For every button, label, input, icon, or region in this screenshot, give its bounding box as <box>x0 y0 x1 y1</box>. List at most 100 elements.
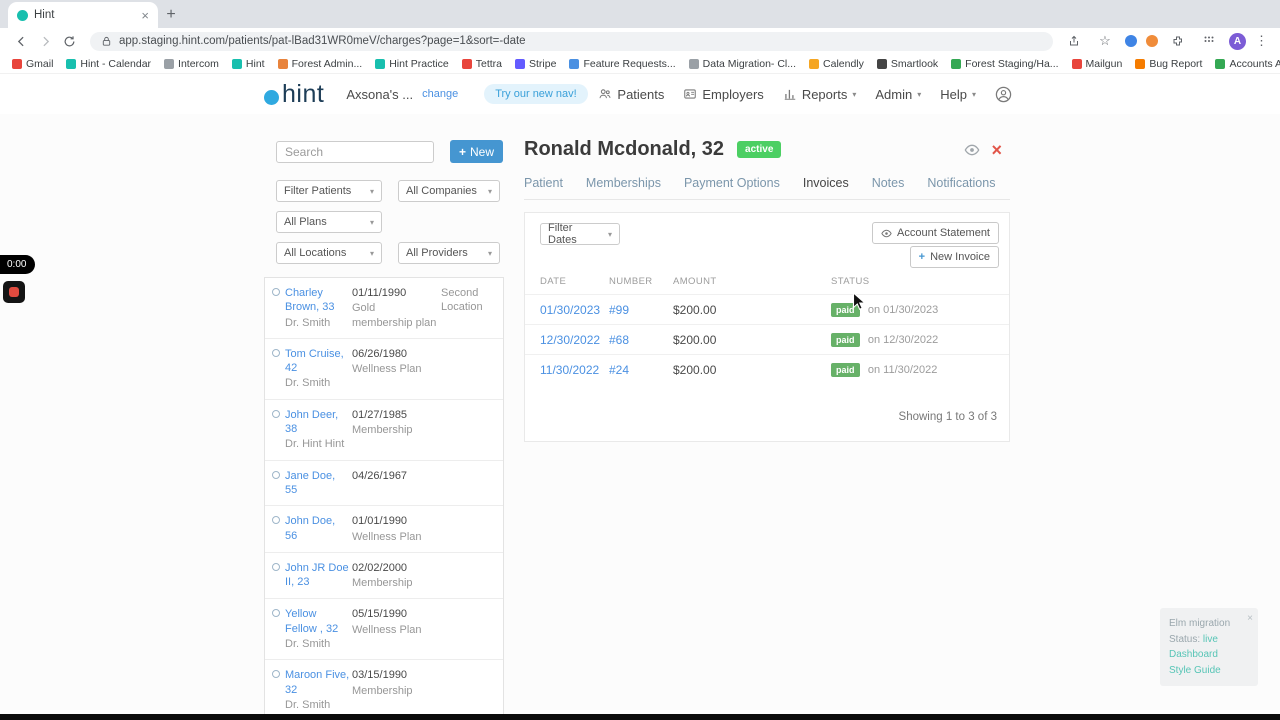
patient-radio-icon[interactable] <box>272 470 280 479</box>
patient-list-item[interactable]: John Deer, 38 Dr. Hint Hint 01/27/1985 M… <box>265 400 503 461</box>
bookmark-item[interactable]: Forest Staging/Ha... <box>951 58 1059 70</box>
bookmark-item[interactable]: Bug Report <box>1135 58 1202 70</box>
tab-patient[interactable]: Patient <box>524 176 563 190</box>
patient-name-link[interactable]: Maroon Five, 32 <box>285 669 349 695</box>
patient-list-item[interactable]: John Doe, 56 01/01/1990 Wellness Plan <box>265 506 503 553</box>
account-statement-button[interactable]: Account Statement <box>872 222 999 244</box>
invoice-number-link[interactable]: #24 <box>609 363 629 377</box>
patient-list-item[interactable]: Maroon Five, 32 Dr. Smith 03/15/1990 Mem… <box>265 660 503 714</box>
orange-extension-icon[interactable] <box>1146 35 1158 47</box>
filter-patients-select[interactable]: Filter Patients ▾ <box>276 180 382 202</box>
url-text[interactable]: app.staging.hint.com/patients/pat-lBad31… <box>119 35 526 47</box>
search-input[interactable] <box>276 140 434 163</box>
browser-tab[interactable]: Hint × <box>8 2 158 28</box>
forward-icon[interactable] <box>34 30 56 52</box>
invoice-number-link[interactable]: #99 <box>609 303 629 317</box>
patient-list-item[interactable]: Tom Cruise, 42 Dr. Smith 06/26/1980 Well… <box>265 339 503 400</box>
url-bar[interactable]: app.staging.hint.com/patients/pat-lBad31… <box>90 31 1053 51</box>
patient-list-item[interactable]: Jane Doe, 55 04/26/1967 <box>265 461 503 507</box>
browser-profile-avatar[interactable]: A <box>1229 32 1246 50</box>
new-patient-button[interactable]: + New <box>450 140 504 163</box>
bookmark-item[interactable]: Hint <box>231 58 265 70</box>
bookmark-item[interactable]: Forest Admin... <box>277 58 362 70</box>
apps-grid-icon[interactable] <box>1198 30 1220 52</box>
bookmark-item[interactable]: Mailgun <box>1071 58 1122 70</box>
patient-name-link[interactable]: John Deer, 38 <box>285 409 338 435</box>
user-account-icon[interactable] <box>995 86 1012 103</box>
dashboard-link[interactable]: Dashboard <box>1169 647 1249 663</box>
tab-payment-options[interactable]: Payment Options <box>684 176 780 190</box>
new-invoice-button[interactable]: + New Invoice <box>909 246 999 268</box>
patient-radio-icon[interactable] <box>272 609 280 618</box>
app-content: + New Filter Patients ▾ All Companies ▾ <box>0 114 1280 714</box>
new-tab-icon[interactable]: + <box>158 3 184 27</box>
invoice-row[interactable]: 11/30/2022 #24 $200.00 paid on 11/30/202… <box>525 354 1009 384</box>
patient-radio-icon[interactable] <box>272 409 280 418</box>
bookmark-item[interactable]: Calendly <box>809 58 864 70</box>
patient-list-item[interactable]: Charley Brown, 33 Dr. Smith 01/11/1990 G… <box>265 278 503 339</box>
invoice-number-link[interactable]: #68 <box>609 333 629 347</box>
bookmark-item[interactable]: Tettra <box>461 58 502 70</box>
patient-radio-icon[interactable] <box>272 670 280 679</box>
reload-icon[interactable] <box>58 30 80 52</box>
blue-extension-icon[interactable] <box>1125 35 1137 47</box>
eye-icon[interactable] <box>964 142 980 158</box>
patient-name-link[interactable]: Tom Cruise, 42 <box>285 348 344 374</box>
tab-memberships[interactable]: Memberships <box>586 176 661 190</box>
style-guide-link[interactable]: Style Guide <box>1169 663 1249 679</box>
close-patient-icon[interactable]: × <box>991 141 1002 159</box>
invoice-date-link[interactable]: 12/30/2022 <box>540 333 600 347</box>
tab-close-icon[interactable]: × <box>141 9 149 22</box>
bookmark-star-icon[interactable]: ☆ <box>1094 30 1116 52</box>
patient-name-link[interactable]: Charley Brown, 33 <box>285 287 335 313</box>
back-icon[interactable] <box>10 30 32 52</box>
patient-radio-icon[interactable] <box>272 288 280 296</box>
nav-employers[interactable]: Employers <box>683 87 764 102</box>
share-icon[interactable] <box>1063 30 1085 52</box>
nav-reports[interactable]: Reports ▾ <box>783 87 856 102</box>
bookmark-item[interactable]: Data Migration- Cl... <box>688 58 796 70</box>
bookmark-item[interactable]: Gmail <box>12 58 53 70</box>
nav-help[interactable]: Help ▾ <box>940 87 976 102</box>
all-providers-select[interactable]: All Providers ▾ <box>398 242 500 264</box>
toast-close-icon[interactable]: × <box>1247 611 1253 627</box>
patient-name-link[interactable]: Yellow Fellow , 32 <box>285 608 338 634</box>
all-plans-select[interactable]: All Plans ▾ <box>276 211 382 233</box>
patient-name-link[interactable]: John JR Doe II, 23 <box>285 562 349 588</box>
bookmark-item[interactable]: Accounts At Risk... <box>1215 58 1280 70</box>
tab-invoices[interactable]: Invoices <box>803 176 849 190</box>
patient-list-item[interactable]: John JR Doe II, 23 02/02/2000 Membership <box>265 553 503 600</box>
patient-radio-icon[interactable] <box>272 348 280 357</box>
patient-name-link[interactable]: John Doe, 56 <box>285 515 335 541</box>
patient-dob: 04/26/1967 <box>352 469 408 482</box>
invoice-row[interactable]: 12/30/2022 #68 $200.00 paid on 12/30/202… <box>525 324 1009 355</box>
patient-radio-icon[interactable] <box>272 516 280 525</box>
hint-logo[interactable]: hint <box>264 80 324 109</box>
bookmark-item[interactable]: Hint Practice <box>375 58 449 70</box>
patient-list-item[interactable]: Yellow Fellow , 32 Dr. Smith 05/15/1990 … <box>265 599 503 661</box>
bookmark-item[interactable]: Hint - Calendar <box>66 58 151 70</box>
patient-name-link[interactable]: Jane Doe, 55 <box>285 470 335 496</box>
browser-menu-icon[interactable]: ⋮ <box>1255 33 1268 49</box>
invoice-date-link[interactable]: 11/30/2022 <box>540 363 599 377</box>
screen-recorder-widget: 0:00 <box>0 254 36 303</box>
bookmark-item[interactable]: Intercom <box>164 58 219 70</box>
try-new-nav-button[interactable]: Try our new nav! <box>484 84 588 104</box>
record-button[interactable] <box>3 281 25 303</box>
extensions-puzzle-icon[interactable] <box>1167 30 1189 52</box>
nav-patients[interactable]: Patients <box>598 87 664 102</box>
patient-list: Charley Brown, 33 Dr. Smith 01/11/1990 G… <box>264 277 504 714</box>
tab-notes[interactable]: Notes <box>872 176 905 190</box>
tab-notifications[interactable]: Notifications <box>927 176 995 190</box>
invoice-row[interactable]: 01/30/2023 #99 $200.00 paid on 01/30/202… <box>525 294 1009 325</box>
bookmark-item[interactable]: Stripe <box>515 58 556 70</box>
filter-dates-select[interactable]: Filter Dates ▾ <box>540 222 620 246</box>
all-locations-select[interactable]: All Locations ▾ <box>276 242 382 264</box>
all-companies-select[interactable]: All Companies ▾ <box>398 180 500 202</box>
change-practice-link[interactable]: change <box>422 88 458 100</box>
bookmark-item[interactable]: Feature Requests... <box>569 58 676 70</box>
patient-radio-icon[interactable] <box>272 562 280 571</box>
invoice-date-link[interactable]: 01/30/2023 <box>540 303 600 317</box>
bookmark-item[interactable]: Smartlook <box>876 58 938 70</box>
nav-admin[interactable]: Admin ▾ <box>875 87 921 102</box>
